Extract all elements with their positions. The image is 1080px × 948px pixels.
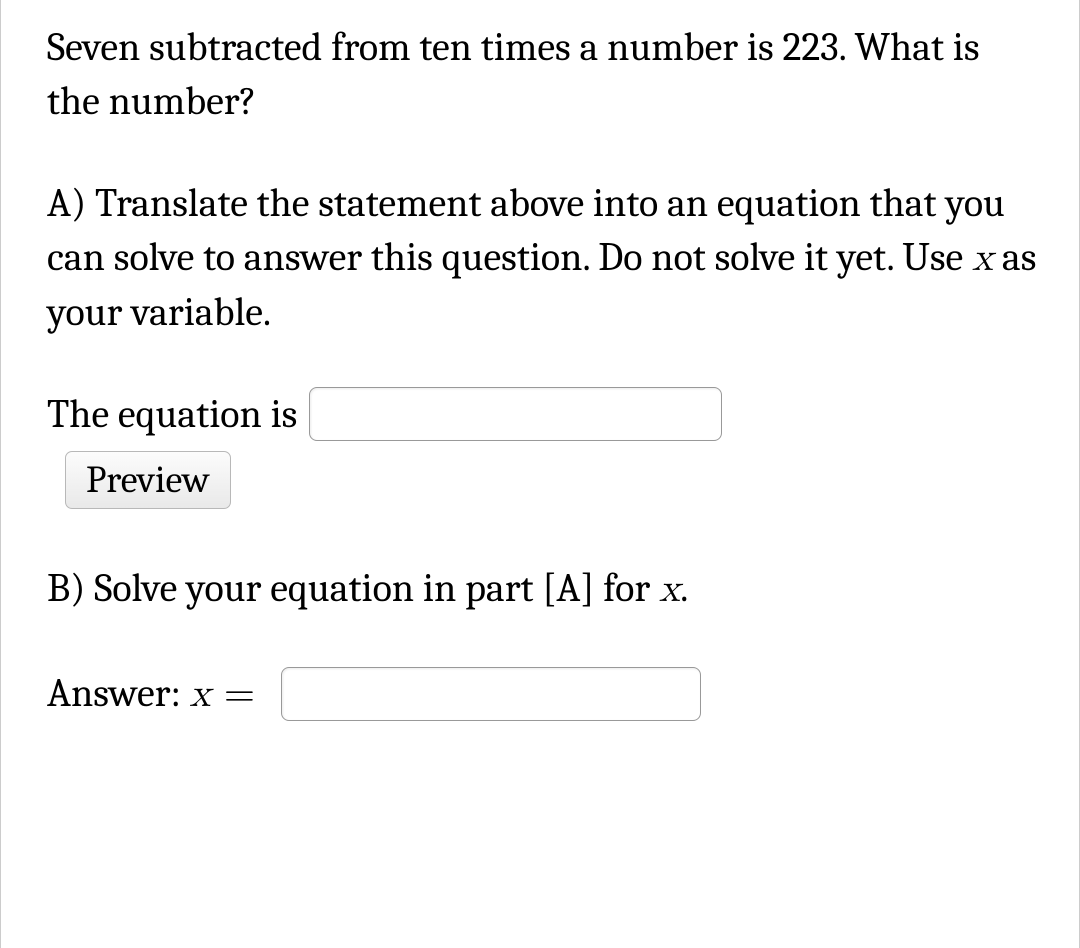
equation-label: The equation is — [47, 387, 297, 441]
equation-row: The equation is — [47, 387, 1037, 441]
variable-x: x — [972, 238, 993, 278]
preview-button[interactable]: Preview — [65, 451, 231, 509]
problem-statement: Seven subtracted from ten times a number… — [47, 20, 1037, 128]
part-a-text-pre: A) Translate the statement above into an… — [47, 180, 1005, 280]
answer-label: Answer: x = — [47, 666, 255, 721]
part-b-text-post: . — [680, 565, 688, 611]
answer-input[interactable] — [281, 667, 701, 721]
part-b-text-pre: B) Solve your equation in part [A] for — [47, 565, 659, 611]
variable-x-b: x — [659, 569, 680, 609]
answer-label-pre: Answer: — [47, 670, 189, 716]
part-a-prompt: A) Translate the statement above into an… — [47, 176, 1037, 339]
answer-equals: = — [211, 674, 255, 714]
part-b-prompt: B) Solve your equation in part [A] for x… — [47, 561, 1037, 616]
answer-row: Answer: x = — [47, 666, 1037, 721]
question-panel: Seven subtracted from ten times a number… — [0, 0, 1080, 948]
answer-variable-x: x — [189, 674, 210, 714]
preview-row: Preview — [47, 451, 1037, 509]
equation-input[interactable] — [309, 387, 722, 441]
